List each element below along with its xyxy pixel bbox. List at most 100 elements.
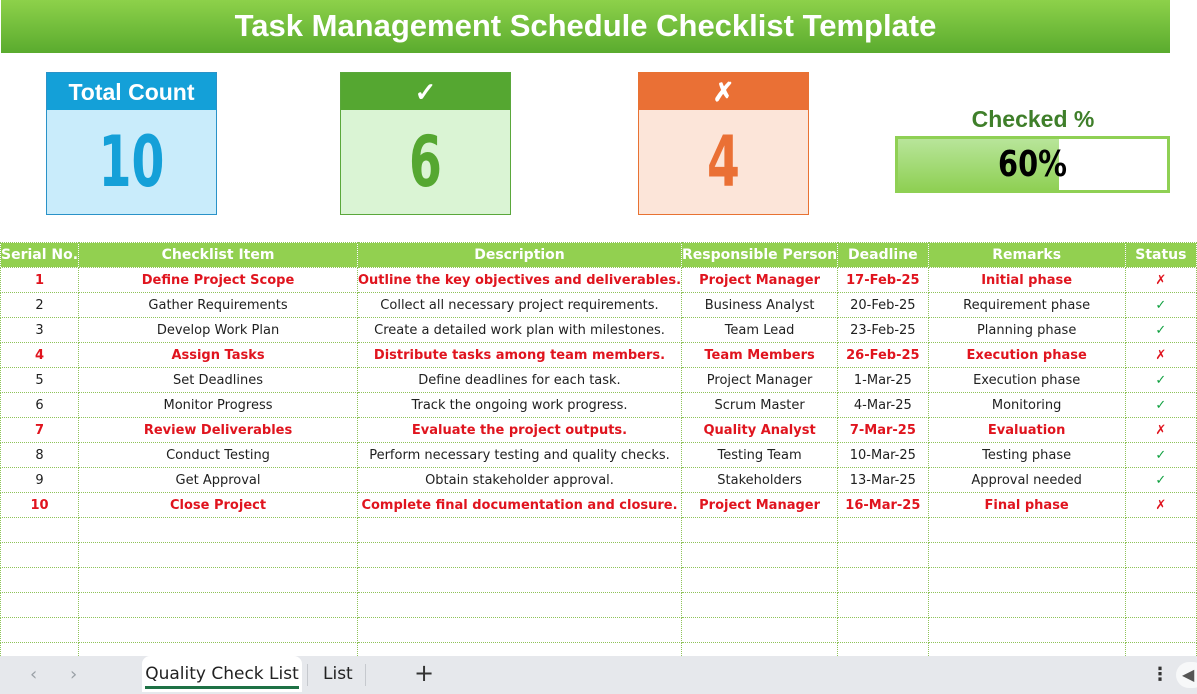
scroll-left-icon[interactable]: ◀ xyxy=(1176,662,1197,688)
empty-cell[interactable] xyxy=(78,617,358,643)
cell-description[interactable]: Complete final documentation and closure… xyxy=(356,492,683,518)
cell-deadline[interactable]: 4-Mar-25 xyxy=(837,392,929,418)
cell-description[interactable]: Obtain stakeholder approval. xyxy=(356,467,683,493)
empty-cell[interactable] xyxy=(0,567,80,593)
cell-responsible-person[interactable]: Project Manager xyxy=(681,367,839,393)
cell-description[interactable]: Evaluate the project outputs. xyxy=(356,417,683,443)
cell-responsible-person[interactable]: Stakeholders xyxy=(681,467,839,493)
empty-cell[interactable] xyxy=(927,592,1126,618)
empty-cell[interactable] xyxy=(0,592,80,618)
empty-cell[interactable] xyxy=(681,567,839,593)
cell-checklist-item[interactable]: Review Deliverables xyxy=(78,417,358,443)
empty-cell[interactable] xyxy=(681,617,839,643)
cell-responsible-person[interactable]: Quality Analyst xyxy=(681,417,839,443)
header-description[interactable]: Description xyxy=(356,242,683,268)
cell-deadline[interactable]: 16-Mar-25 xyxy=(837,492,929,518)
cell-checklist-item[interactable]: Monitor Progress xyxy=(78,392,358,418)
cell-deadline[interactable]: 7-Mar-25 xyxy=(837,417,929,443)
prev-sheet-icon[interactable]: ‹ xyxy=(30,664,37,685)
status-check-icon[interactable]: ✓ xyxy=(1124,392,1197,418)
cell-checklist-item[interactable]: Close Project xyxy=(78,492,358,518)
empty-cell[interactable] xyxy=(837,542,929,568)
cell-serial[interactable]: 4 xyxy=(0,342,80,368)
empty-cell[interactable] xyxy=(1124,517,1197,543)
empty-cell[interactable] xyxy=(1124,542,1197,568)
header-checklist-item[interactable]: Checklist Item xyxy=(78,242,358,268)
add-sheet-icon[interactable]: + xyxy=(414,659,434,687)
empty-cell[interactable] xyxy=(1124,592,1197,618)
empty-cell[interactable] xyxy=(356,542,683,568)
cell-description[interactable]: Track the ongoing work progress. xyxy=(356,392,683,418)
empty-cell[interactable] xyxy=(927,617,1126,643)
status-check-icon[interactable]: ✓ xyxy=(1124,442,1197,468)
header-serial[interactable]: Serial No. xyxy=(0,242,80,268)
cell-responsible-person[interactable]: Project Manager xyxy=(681,267,839,293)
tab-quality-check-list[interactable]: Quality Check List xyxy=(142,656,302,692)
cell-responsible-person[interactable]: Team Lead xyxy=(681,317,839,343)
empty-cell[interactable] xyxy=(356,617,683,643)
cell-remarks[interactable]: Execution phase xyxy=(927,342,1126,368)
more-options-icon[interactable]: ⋮ xyxy=(1151,664,1169,685)
header-responsible-person[interactable]: Responsible Person xyxy=(681,242,839,268)
status-cross-icon[interactable]: ✗ xyxy=(1124,492,1197,518)
cell-remarks[interactable]: Planning phase xyxy=(927,317,1126,343)
cell-checklist-item[interactable]: Develop Work Plan xyxy=(78,317,358,343)
cell-description[interactable]: Perform necessary testing and quality ch… xyxy=(356,442,683,468)
cell-remarks[interactable]: Initial phase xyxy=(927,267,1126,293)
cell-responsible-person[interactable]: Testing Team xyxy=(681,442,839,468)
cell-description[interactable]: Create a detailed work plan with milesto… xyxy=(356,317,683,343)
cell-deadline[interactable]: 17-Feb-25 xyxy=(837,267,929,293)
cell-description[interactable]: Define deadlines for each task. xyxy=(356,367,683,393)
empty-cell[interactable] xyxy=(681,592,839,618)
cell-remarks[interactable]: Evaluation xyxy=(927,417,1126,443)
cell-serial[interactable]: 5 xyxy=(0,367,80,393)
cell-remarks[interactable]: Execution phase xyxy=(927,367,1126,393)
header-remarks[interactable]: Remarks xyxy=(927,242,1126,268)
cell-deadline[interactable]: 1-Mar-25 xyxy=(837,367,929,393)
status-check-icon[interactable]: ✓ xyxy=(1124,467,1197,493)
cell-description[interactable]: Outline the key objectives and deliverab… xyxy=(356,267,683,293)
empty-cell[interactable] xyxy=(927,542,1126,568)
cell-checklist-item[interactable]: Define Project Scope xyxy=(78,267,358,293)
empty-cell[interactable] xyxy=(356,517,683,543)
next-sheet-icon[interactable]: › xyxy=(70,664,77,685)
cell-checklist-item[interactable]: Gather Requirements xyxy=(78,292,358,318)
cell-description[interactable]: Collect all necessary project requiremen… xyxy=(356,292,683,318)
empty-cell[interactable] xyxy=(837,517,929,543)
empty-cell[interactable] xyxy=(927,567,1126,593)
cell-checklist-item[interactable]: Assign Tasks xyxy=(78,342,358,368)
empty-cell[interactable] xyxy=(681,542,839,568)
cell-description[interactable]: Distribute tasks among team members. xyxy=(356,342,683,368)
empty-cell[interactable] xyxy=(837,617,929,643)
empty-cell[interactable] xyxy=(356,592,683,618)
cell-deadline[interactable]: 23-Feb-25 xyxy=(837,317,929,343)
empty-cell[interactable] xyxy=(837,592,929,618)
empty-cell[interactable] xyxy=(681,517,839,543)
cell-remarks[interactable]: Approval needed xyxy=(927,467,1126,493)
empty-cell[interactable] xyxy=(78,592,358,618)
empty-cell[interactable] xyxy=(78,567,358,593)
cell-serial[interactable]: 1 xyxy=(0,267,80,293)
cell-deadline[interactable]: 13-Mar-25 xyxy=(837,467,929,493)
empty-cell[interactable] xyxy=(0,517,80,543)
cell-deadline[interactable]: 10-Mar-25 xyxy=(837,442,929,468)
cell-serial[interactable]: 6 xyxy=(0,392,80,418)
cell-responsible-person[interactable]: Project Manager xyxy=(681,492,839,518)
header-status[interactable]: Status xyxy=(1124,242,1197,268)
empty-cell[interactable] xyxy=(927,517,1126,543)
cell-serial[interactable]: 9 xyxy=(0,467,80,493)
status-check-icon[interactable]: ✓ xyxy=(1124,367,1197,393)
cell-remarks[interactable]: Testing phase xyxy=(927,442,1126,468)
cell-responsible-person[interactable]: Scrum Master xyxy=(681,392,839,418)
empty-cell[interactable] xyxy=(1124,567,1197,593)
cell-responsible-person[interactable]: Team Members xyxy=(681,342,839,368)
cell-deadline[interactable]: 26-Feb-25 xyxy=(837,342,929,368)
cell-serial[interactable]: 2 xyxy=(0,292,80,318)
status-cross-icon[interactable]: ✗ xyxy=(1124,267,1197,293)
tab-list[interactable]: List xyxy=(323,656,353,692)
cell-serial[interactable]: 10 xyxy=(0,492,80,518)
cell-serial[interactable]: 8 xyxy=(0,442,80,468)
cell-serial[interactable]: 3 xyxy=(0,317,80,343)
status-cross-icon[interactable]: ✗ xyxy=(1124,342,1197,368)
cell-checklist-item[interactable]: Get Approval xyxy=(78,467,358,493)
